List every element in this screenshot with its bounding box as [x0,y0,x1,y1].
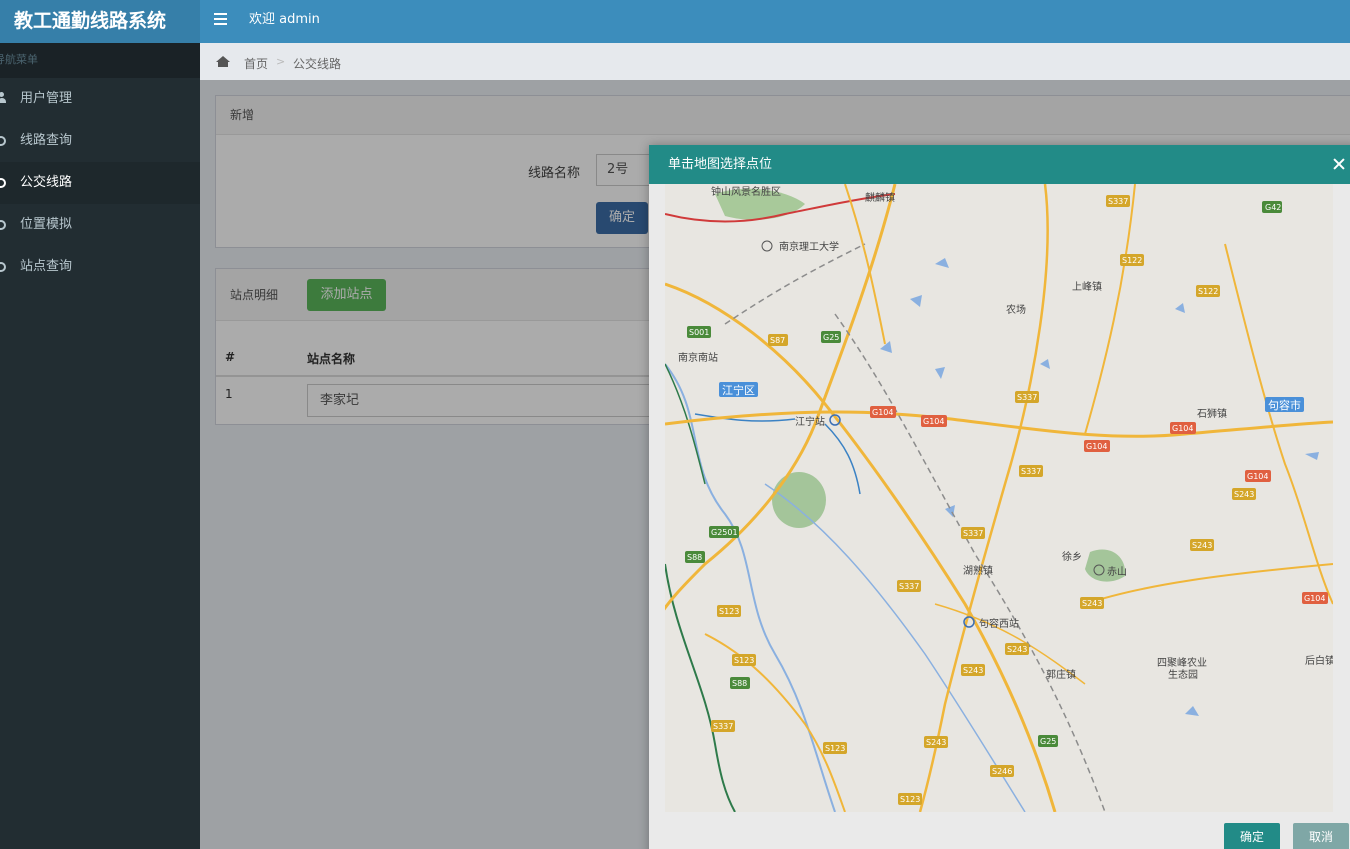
map-picker-modal: 单击地图选择点位 钟山风景名胜区 麒麟镇 南京理工大学 南京南站 江宁区 江宁站… [649,145,1350,849]
svg-text:G104: G104 [872,408,893,417]
svg-text:钟山风景名胜区: 钟山风景名胜区 [711,185,781,198]
svg-text:句容西站: 句容西站 [979,617,1019,630]
svg-text:江宁站: 江宁站 [795,415,825,428]
svg-text:农场: 农场 [1006,303,1026,316]
sidebar-item-bus-routes[interactable]: 公交线路 [0,162,200,204]
sidebar-item-route-query[interactable]: 线路查询 [0,120,200,162]
map-graphic[interactable]: 钟山风景名胜区 麒麟镇 南京理工大学 南京南站 江宁区 江宁站 农场 上峰镇 石… [665,184,1333,812]
svg-text:石狮镇: 石狮镇 [1197,407,1227,420]
circle-icon [0,178,6,188]
welcome-text: 欢迎 admin [249,12,320,27]
svg-text:南京理工大学: 南京理工大学 [779,240,839,253]
user-icon [0,92,6,104]
breadcrumb-separator: > [276,55,286,68]
sidebar-item-station-query[interactable]: 站点查询 [0,246,200,288]
circle-icon [0,136,6,146]
close-icon[interactable] [1333,158,1345,170]
modal-header: 单击地图选择点位 [649,145,1350,184]
svg-text:S337: S337 [713,722,733,731]
svg-text:上峰镇: 上峰镇 [1072,280,1102,293]
sidebar-item-label: 线路查询 [20,133,73,148]
sidebar-header: 导航菜单 [0,43,200,78]
svg-text:S246: S246 [992,767,1012,776]
breadcrumb-current: 公交线路 [293,57,342,71]
svg-text:S123: S123 [900,795,920,804]
svg-text:S88: S88 [732,679,747,688]
modal-cancel-button[interactable]: 取消 [1293,823,1349,849]
svg-text:S88: S88 [687,553,702,562]
svg-text:G2501: G2501 [711,528,738,537]
home-icon [216,56,230,67]
svg-text:S337: S337 [1017,393,1037,402]
svg-text:G104: G104 [1086,442,1107,451]
sidebar-item-user-management[interactable]: 用户管理 [0,78,200,120]
svg-text:G104: G104 [1247,472,1268,481]
svg-text:S337: S337 [963,529,983,538]
sidebar-item-label: 站点查询 [20,259,73,274]
sidebar-item-label: 公交线路 [20,175,73,190]
svg-text:S337: S337 [1021,467,1041,476]
svg-text:S337: S337 [1108,197,1128,206]
map-canvas[interactable]: 钟山风景名胜区 麒麟镇 南京理工大学 南京南站 江宁区 江宁站 农场 上峰镇 石… [665,184,1333,812]
svg-text:赤山: 赤山 [1107,566,1127,578]
svg-text:S123: S123 [719,607,739,616]
top-navbar: 欢迎 admin [200,0,1350,43]
svg-text:S243: S243 [1007,645,1027,654]
menu-toggle-icon[interactable] [214,13,227,25]
svg-text:南京南站: 南京南站 [678,351,718,364]
sidebar-item-label: 用户管理 [20,91,73,106]
svg-text:G104: G104 [923,417,944,426]
svg-text:S243: S243 [963,666,983,675]
svg-text:S87: S87 [770,336,785,345]
svg-text:G104: G104 [1304,594,1325,603]
svg-text:G25: G25 [1040,737,1056,746]
svg-text:S243: S243 [1192,541,1212,550]
svg-text:S001: S001 [689,328,709,337]
svg-text:G42: G42 [1265,203,1281,212]
svg-text:郭庄镇: 郭庄镇 [1046,668,1076,681]
svg-text:S243: S243 [1234,490,1254,499]
breadcrumb-home-link[interactable]: 首页 [244,55,268,72]
svg-text:S243: S243 [926,738,946,747]
modal-title: 单击地图选择点位 [668,157,773,172]
svg-text:S337: S337 [899,582,919,591]
modal-confirm-button[interactable]: 确定 [1224,823,1280,849]
svg-text:句容市: 句容市 [1268,398,1301,412]
svg-text:G104: G104 [1172,424,1193,433]
svg-text:徐乡: 徐乡 [1062,550,1082,563]
svg-text:麒麟镇: 麒麟镇 [865,191,895,204]
svg-text:生态园: 生态园 [1168,668,1198,681]
svg-text:G25: G25 [823,333,839,342]
svg-text:S123: S123 [734,656,754,665]
circle-icon [0,262,6,272]
svg-text:S122: S122 [1198,287,1218,296]
svg-text:湖熟镇: 湖熟镇 [963,564,993,577]
circle-icon [0,220,6,230]
sidebar-item-location-simulation[interactable]: 位置模拟 [0,204,200,246]
svg-text:S243: S243 [1082,599,1102,608]
svg-text:四聚峰农业: 四聚峰农业 [1157,656,1207,669]
sidebar: 导航菜单 用户管理 线路查询 公交线路 位置模拟 站点查询 [0,43,200,849]
svg-text:S122: S122 [1122,256,1142,265]
app-logo-title: 教工通勤线路系统 [0,0,200,43]
svg-text:江宁区: 江宁区 [722,383,755,397]
svg-text:后白镇: 后白镇 [1305,654,1333,667]
sidebar-item-label: 位置模拟 [20,217,73,232]
svg-text:S123: S123 [825,744,845,753]
breadcrumb: 首页 > 公交线路 [200,43,1350,80]
